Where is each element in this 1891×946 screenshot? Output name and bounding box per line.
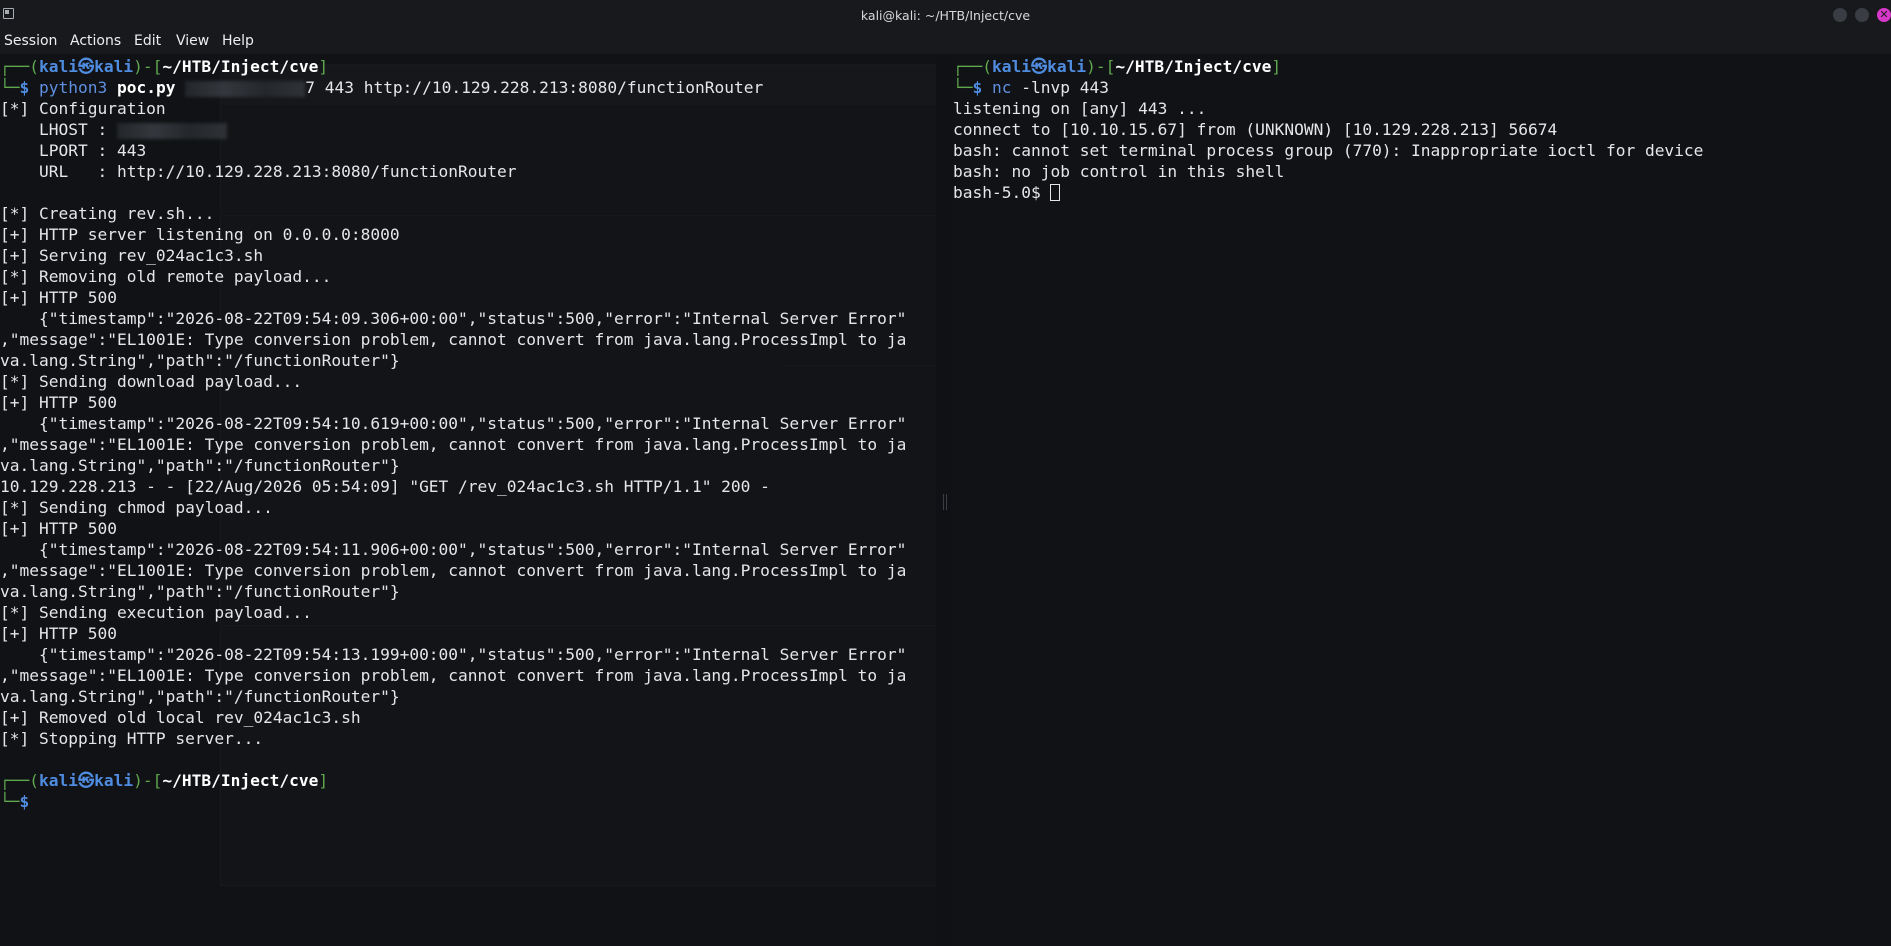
minimize-button[interactable] bbox=[1833, 8, 1847, 22]
terminal-line: [*] Stopping HTTP server... bbox=[0, 729, 264, 748]
terminal-line: va.lang.String","path":"/functionRouter"… bbox=[0, 687, 400, 706]
terminal-line: ,"message":"EL1001E: Type conversion pro… bbox=[0, 330, 907, 349]
redacted-lhost bbox=[116, 122, 227, 139]
window-titlebar: kali@kali: ~/HTB/Inject/cve ✕ bbox=[0, 0, 1891, 30]
terminal-line: [+] HTTP 500 bbox=[0, 288, 117, 307]
terminal-line: {"timestamp":"2026-08-22T09:54:09.306+00… bbox=[0, 309, 907, 328]
terminal-line: [+] HTTP 500 bbox=[0, 519, 117, 538]
terminal-line: ,"message":"EL1001E: Type conversion pro… bbox=[0, 561, 907, 580]
terminal-line: va.lang.String","path":"/functionRouter"… bbox=[0, 582, 400, 601]
menu-edit[interactable]: Edit bbox=[134, 33, 161, 49]
terminal-output-right: ┌──(kali㉿kali)-[~/HTB/Inject/cve] └─$ nc… bbox=[953, 57, 1704, 202]
terminal-line: {"timestamp":"2026-08-22T09:54:11.906+00… bbox=[0, 540, 907, 559]
terminal-line: va.lang.String","path":"/functionRouter"… bbox=[0, 351, 400, 370]
redacted-ip bbox=[185, 80, 306, 97]
terminal-line: connect to [10.10.15.67] from (UNKNOWN) … bbox=[953, 120, 1558, 139]
terminal-line: [+] HTTP 500 bbox=[0, 393, 117, 412]
terminal-line: [*] Sending execution payload... bbox=[0, 603, 312, 622]
menu-bar: Session Actions Edit View Help bbox=[0, 30, 1891, 54]
menu-actions[interactable]: Actions bbox=[70, 33, 121, 49]
terminal-line: {"timestamp":"2026-08-22T09:54:13.199+00… bbox=[0, 645, 907, 664]
menu-help[interactable]: Help bbox=[222, 33, 254, 49]
maximize-button[interactable] bbox=[1855, 8, 1869, 22]
terminal-output-left: ┌──(kali㉿kali)-[~/HTB/Inject/cve] └─$ py… bbox=[0, 57, 907, 811]
terminal-line: [+] HTTP server listening on 0.0.0.0:800… bbox=[0, 225, 400, 244]
terminal-line: bash: no job control in this shell bbox=[953, 162, 1285, 181]
terminal-line: [*] Creating rev.sh... bbox=[0, 204, 215, 223]
close-icon: ✕ bbox=[1879, 8, 1889, 21]
terminal-line: {"timestamp":"2026-08-22T09:54:10.619+00… bbox=[0, 414, 907, 433]
terminal-line: [*] Sending download payload... bbox=[0, 372, 303, 391]
terminal-line: [*] Sending chmod payload... bbox=[0, 498, 273, 517]
terminal-line: ,"message":"EL1001E: Type conversion pro… bbox=[0, 435, 907, 454]
menu-view[interactable]: View bbox=[176, 33, 209, 49]
terminal-line: bash: cannot set terminal process group … bbox=[953, 141, 1704, 160]
terminal-line: [+] HTTP 500 bbox=[0, 624, 117, 643]
terminal-line: 10.129.228.213 - - [22/Aug/2026 05:54:09… bbox=[0, 477, 770, 496]
terminal-line: listening on [any] 443 ... bbox=[953, 99, 1207, 118]
terminal-line: [+] Serving rev_024ac1c3.sh bbox=[0, 246, 264, 265]
menu-session[interactable]: Session bbox=[4, 33, 57, 49]
terminal-cursor bbox=[1050, 184, 1061, 201]
pane-splitter[interactable] bbox=[936, 54, 953, 946]
terminal-pane-right[interactable]: ┌──(kali㉿kali)-[~/HTB/Inject/cve] └─$ nc… bbox=[953, 54, 1891, 946]
terminal-line: [+] Removed old local rev_024ac1c3.sh bbox=[0, 708, 361, 727]
terminal-line: ,"message":"EL1001E: Type conversion pro… bbox=[0, 666, 907, 685]
window-title: kali@kali: ~/HTB/Inject/cve bbox=[860, 8, 1031, 23]
splitter-grip-icon bbox=[943, 494, 947, 510]
terminal-pane-left[interactable]: ┌──(kali㉿kali)-[~/HTB/Inject/cve] └─$ py… bbox=[0, 54, 936, 946]
terminal-line: va.lang.String","path":"/functionRouter"… bbox=[0, 456, 400, 475]
terminal-line: [*] Removing old remote payload... bbox=[0, 267, 332, 286]
close-button[interactable]: ✕ bbox=[1877, 8, 1891, 22]
